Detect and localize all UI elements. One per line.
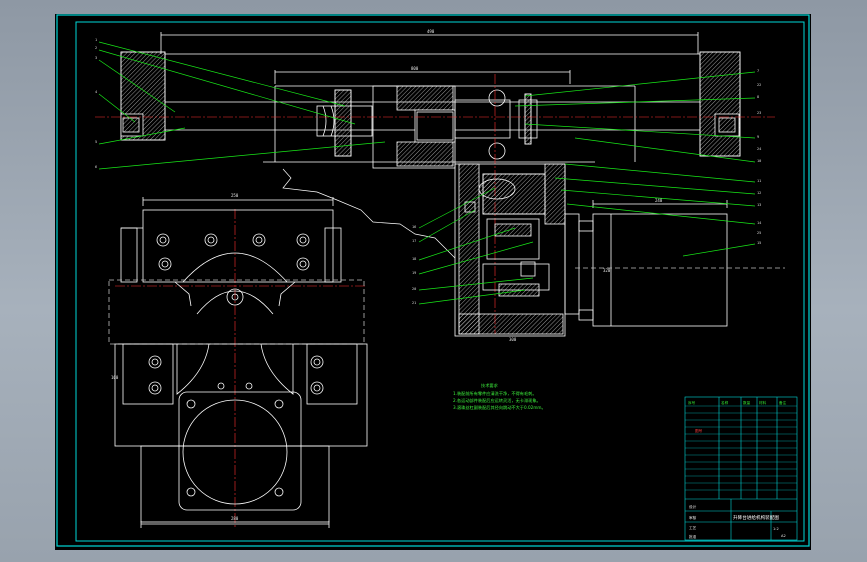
break-line [282, 168, 456, 259]
plan-view [108, 197, 368, 528]
dim-base-width: 300 [509, 337, 517, 342]
dim-plan-top: 250 [231, 193, 239, 198]
balloon: 7 [757, 69, 759, 73]
tb-sign: 批准 [689, 534, 697, 539]
balloon: 4 [95, 90, 97, 94]
technical-notes: 技术要求 1.装配前所有零件应清洗干净，不得有毛刺。 2.各运动部件装配后应运转… [453, 382, 546, 411]
tb-sign: 审核 [689, 515, 697, 520]
balloon: 2 [95, 46, 97, 50]
dim-plan-bottom: 280 [231, 516, 239, 521]
balloon: 22 [757, 83, 761, 87]
balloon: 13 [757, 203, 761, 207]
note-line: 1.装配前所有零件应清洗干净，不得有毛刺。 [453, 390, 537, 397]
balloon: 5 [95, 140, 97, 144]
balloon: 24 [757, 147, 761, 151]
dim-motor-length: 240 [655, 198, 663, 203]
notes-title: 技术要求 [481, 382, 499, 389]
tb-header: 备注 [779, 400, 787, 405]
motor [575, 200, 785, 327]
dim-side-height: 160 [111, 375, 119, 380]
tb-sign: 工艺 [689, 525, 697, 530]
balloon: 23 [757, 111, 761, 115]
balloon: 9 [757, 135, 759, 139]
tb-sheet: A2 [781, 534, 786, 538]
balloon: 8 [757, 95, 759, 99]
note-line: 2.各运动部件装配后应运转灵活，无卡滞现象。 [453, 397, 541, 404]
balloon: 17 [412, 239, 416, 243]
balloon: 11 [757, 179, 761, 183]
dim-upper-span: 800 [411, 66, 419, 71]
leader-lines [98, 41, 756, 305]
assembly-drawing: 1 2 3 4 5 6 7 8 9 10 11 12 13 14 15 16 1… [56, 14, 810, 547]
balloon: 19 [412, 271, 416, 275]
balloon: 21 [412, 301, 416, 305]
balloon: 6 [95, 165, 97, 169]
drawing-viewport[interactable]: 1 2 3 4 5 6 7 8 9 10 11 12 13 14 15 16 1… [55, 14, 811, 550]
tb-header: 数量 [743, 400, 751, 405]
balloon: 15 [757, 241, 761, 245]
tb-sign: 设计 [689, 504, 697, 509]
balloon: 20 [412, 287, 416, 291]
balloon: 1 [95, 38, 97, 42]
tb-header: 序号 [688, 400, 696, 405]
balloon: 25 [757, 231, 761, 235]
dimension-texts: 490 800 250 280 300 240 320 160 [111, 29, 663, 521]
tb-header: 名称 [721, 400, 729, 405]
balloon: 16 [412, 225, 416, 229]
balloon: 3 [95, 56, 97, 60]
balloon: 12 [757, 191, 761, 195]
tb-highlight: 图号 [695, 428, 703, 433]
balloon: 10 [757, 159, 761, 163]
gearbox-section [454, 163, 594, 337]
tb-scale: 1:2 [773, 527, 779, 531]
balloon: 18 [412, 257, 416, 261]
tb-drawing-name: 升降台进给机构装配图 [733, 514, 779, 521]
title-block-texts: 序号 名称 数量 材料 备注 图号 升降台进给机构装配图 1:2 A2 设计 审… [688, 400, 787, 539]
tb-header: 材料 [759, 400, 767, 405]
dim-overall-length: 490 [427, 29, 435, 34]
dim-gearbox-height: 320 [603, 268, 611, 273]
note-line: 3.滚珠丝杠副装配后其径向跳动不大于0.02mm。 [453, 404, 546, 411]
balloon: 14 [757, 221, 761, 225]
